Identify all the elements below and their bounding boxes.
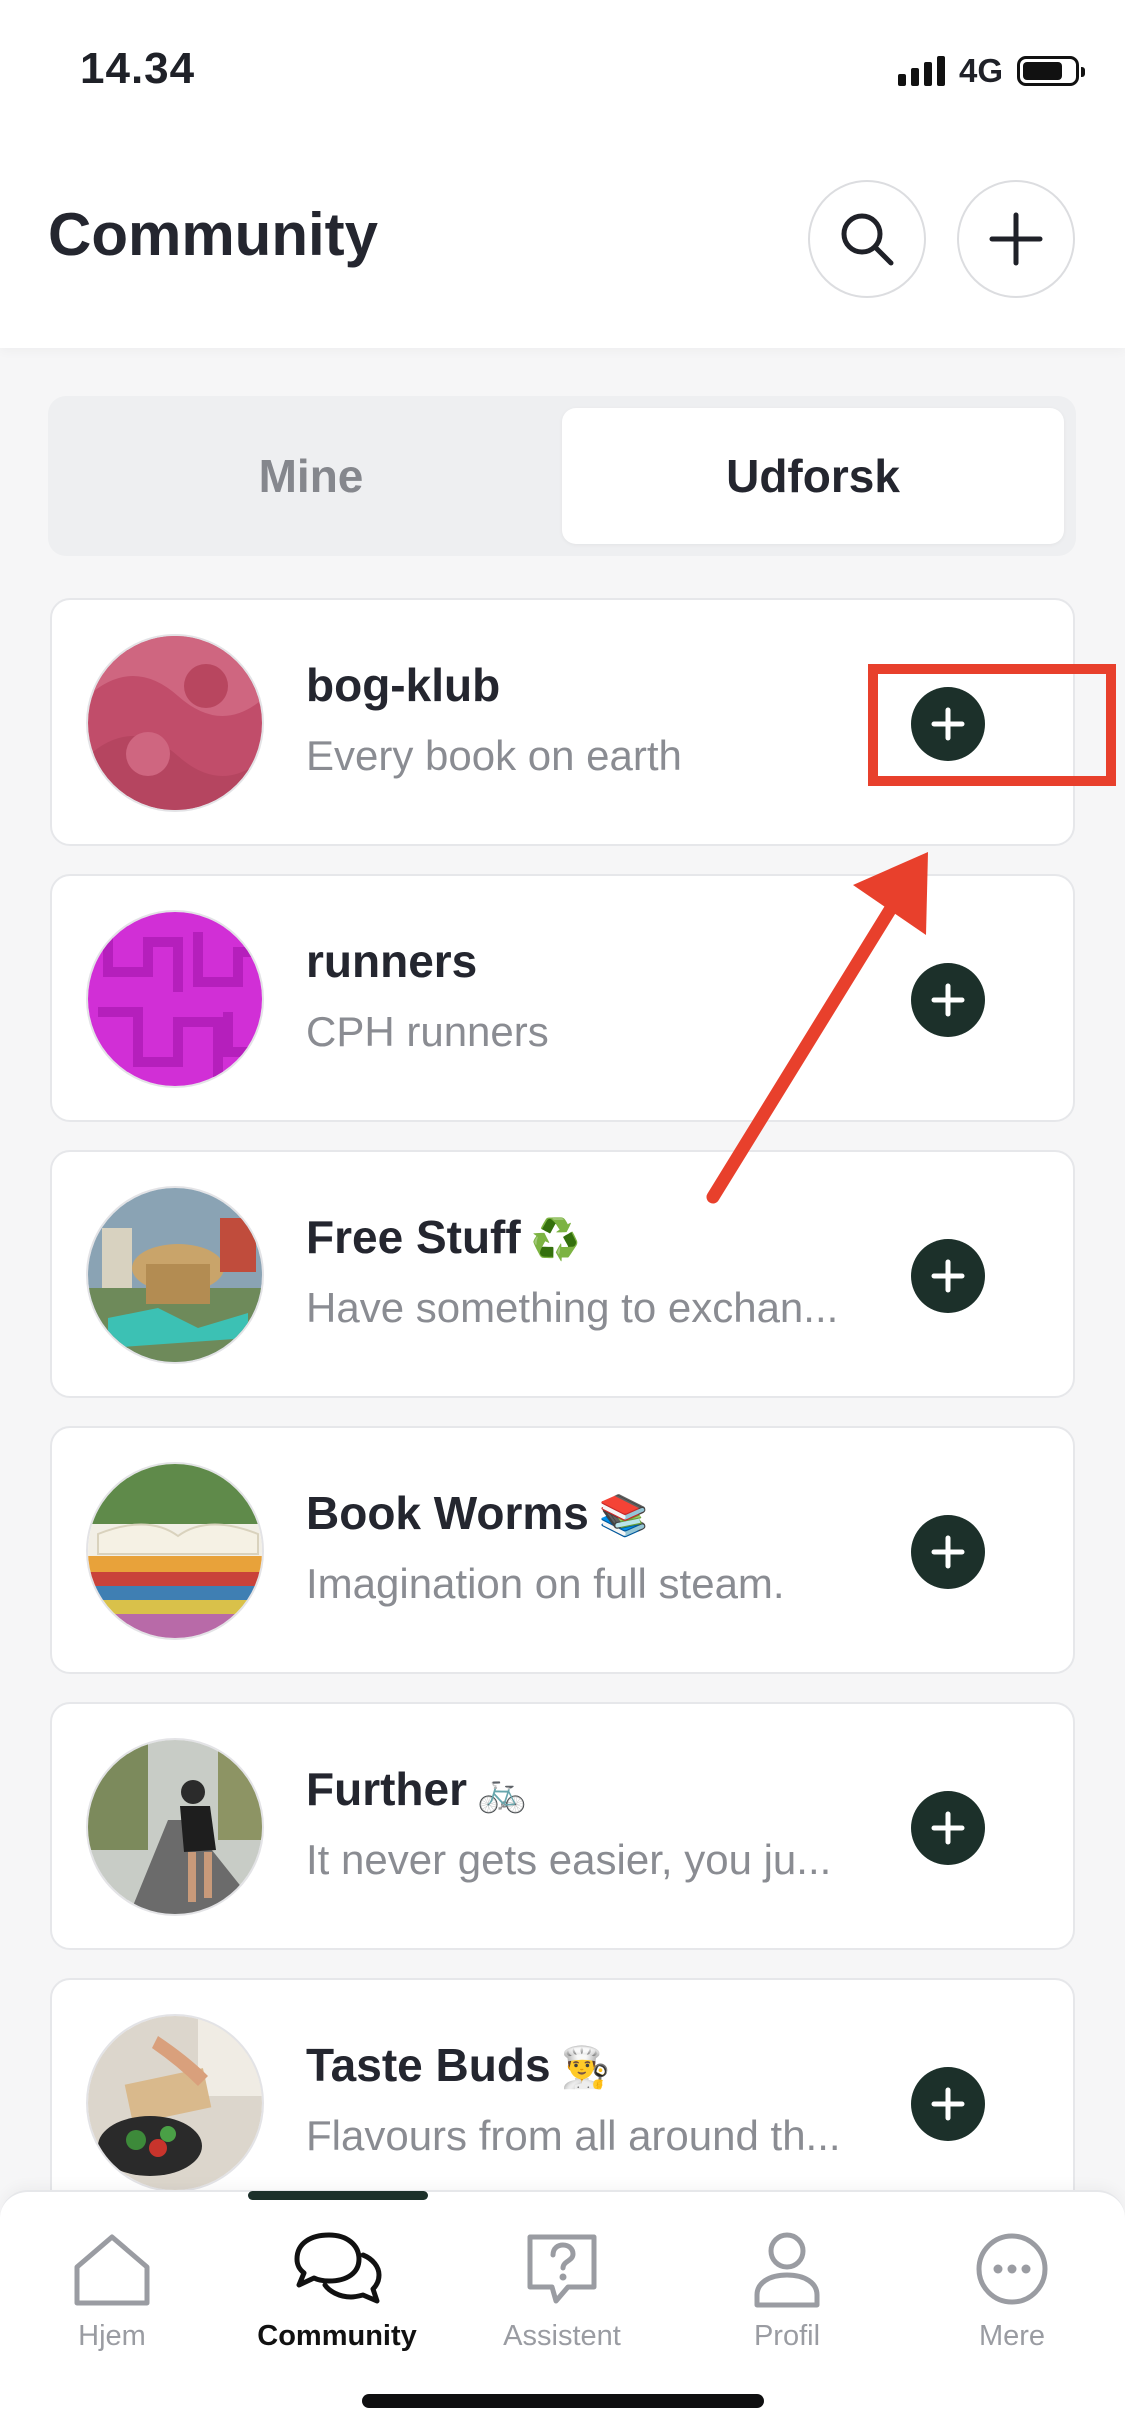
community-card-taste-buds[interactable]: Taste Buds 👨‍🍳 Flavours from all around t… (50, 1978, 1075, 2226)
chat-bubbles-icon (289, 2228, 385, 2310)
chef-emoji: 👨‍🍳 (560, 2045, 611, 2091)
nav-label: Hjem (78, 2320, 146, 2352)
segmented-control: Mine Udforsk (48, 396, 1076, 556)
home-icon (69, 2228, 155, 2310)
annotation-highlight-box (868, 664, 1116, 786)
join-button[interactable] (911, 1515, 985, 1589)
community-name: Taste Buds 👨‍🍳 (306, 2039, 611, 2091)
tab-mine[interactable]: Mine (60, 408, 562, 544)
nav-label: Profil (753, 2320, 821, 2352)
join-button[interactable] (911, 963, 985, 1037)
home-indicator (362, 2394, 764, 2408)
community-name: bog-klub (306, 659, 501, 711)
community-avatar (86, 910, 264, 1088)
join-button[interactable] (911, 2067, 985, 2141)
community-description: Flavours from all around th... (306, 2112, 841, 2159)
community-description: CPH runners (306, 1008, 549, 1055)
status-time: 14.34 (80, 44, 196, 93)
nav-item-hjem[interactable]: Hjem (22, 2228, 202, 2353)
tab-udforsk[interactable]: Udforsk (562, 408, 1064, 544)
books-emoji: 📚 (598, 1493, 649, 1539)
question-bubble-icon (522, 2228, 602, 2310)
active-tab-indicator (248, 2191, 428, 2200)
network-label: 4G (958, 52, 1003, 89)
community-avatar (86, 1738, 264, 1916)
community-name: Free Stuff ♻️ (306, 1211, 581, 1263)
nav-item-community[interactable]: Community (247, 2228, 427, 2353)
recycle-emoji: ♻️ (530, 1217, 581, 1263)
community-name: runners (306, 935, 478, 987)
community-avatar (86, 634, 264, 812)
nav-item-mere[interactable]: Mere (922, 2228, 1102, 2353)
community-card-runners[interactable]: runners CPH runners (50, 874, 1075, 1122)
nav-item-assistent[interactable]: Assistent (472, 2228, 652, 2353)
community-description: Imagination on full steam. (306, 1560, 785, 1607)
community-card-book-worms[interactable]: Book Worms 📚 Imagination on full steam. (50, 1426, 1075, 1674)
community-avatar (86, 1186, 264, 1364)
community-card-free-stuff[interactable]: Free Stuff ♻️ Have something to exchan... (50, 1150, 1075, 1398)
plus-icon (931, 2087, 965, 2121)
more-icon (972, 2228, 1052, 2310)
plus-icon (931, 1535, 965, 1569)
bicycle-emoji: 🚲 (477, 1769, 527, 1815)
signal-icon (897, 56, 945, 86)
search-icon (841, 213, 894, 266)
battery-icon (1017, 56, 1085, 86)
plus-icon (931, 1811, 965, 1845)
plus-icon (931, 983, 965, 1017)
plus-icon (931, 1259, 965, 1293)
community-description: Have something to exchan... (306, 1284, 839, 1331)
page-title: Community (48, 201, 378, 268)
person-icon (751, 2228, 823, 2310)
plus-icon (989, 212, 1043, 266)
community-avatar (86, 2014, 264, 2192)
community-card-further[interactable]: Further 🚲 It never gets easier, you ju... (50, 1702, 1075, 1950)
community-description: It never gets easier, you ju... (306, 1836, 832, 1883)
join-button[interactable] (911, 1791, 985, 1865)
create-community-button[interactable] (957, 180, 1075, 298)
nav-item-profil[interactable]: Profil (697, 2228, 877, 2353)
status-indicators: 4G (897, 52, 1085, 90)
header-area: 14.34 4G Community (0, 0, 1125, 348)
nav-label: Community (257, 2320, 417, 2352)
community-avatar (86, 1462, 264, 1640)
community-description: Every book on earth (306, 732, 682, 779)
community-name: Further 🚲 (306, 1763, 527, 1815)
search-button[interactable] (808, 180, 926, 298)
community-name: Book Worms 📚 (306, 1487, 649, 1539)
nav-label: Mere (978, 2320, 1046, 2352)
join-button[interactable] (911, 1239, 985, 1313)
nav-label: Assistent (503, 2320, 621, 2352)
